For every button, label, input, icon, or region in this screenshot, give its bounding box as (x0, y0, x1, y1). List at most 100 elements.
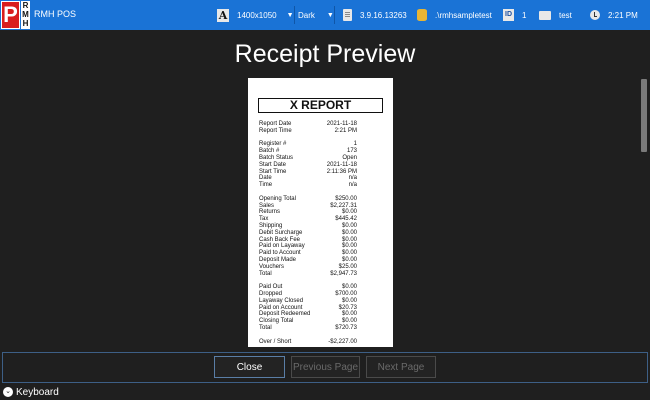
receipt-row: Sales $2,227.31 (259, 203, 357, 210)
receipt-row-label: Paid on Account (259, 304, 303, 311)
receipt-heading: X REPORT (258, 98, 383, 113)
receipt-row-value: $0.00 (341, 236, 357, 243)
receipt-row-label: Debit Surcharge (259, 229, 303, 236)
document-icon (343, 9, 352, 21)
database-value: .\rmhsampletest (435, 10, 492, 20)
register-value: 1 (522, 10, 527, 20)
receipt-row-value: $0.00 (341, 222, 357, 229)
receipt-row-value: $2,227.31 (330, 202, 357, 209)
receipt-row-value: Open (342, 154, 357, 161)
receipt-row: Returns $0.00 (259, 209, 357, 216)
receipt-spacer (259, 332, 357, 339)
receipt-row-label: Batch # (259, 148, 280, 155)
receipt-row: Vouchers $25.00 (259, 264, 357, 271)
receipt-row-label: Paid on Layaway (259, 243, 305, 250)
receipt-row-value: $20.73 (338, 304, 357, 311)
receipt-row-label: Shipping (259, 222, 283, 229)
receipt-row: Report Time 2:21 PM (259, 128, 357, 135)
theme-selector[interactable]: Dark ▼ (298, 0, 334, 30)
receipt-row-value: $0.00 (341, 209, 357, 216)
chevron-down-icon: ▼ (286, 11, 294, 19)
time-value: 2:21 PM (608, 10, 638, 20)
receipt-row-label: Closing Total (259, 318, 294, 325)
top-bar: P RMH RMH POS A 1400x1050 ▼ Dark ▼ 3.9.1… (0, 0, 650, 30)
user-value: test (559, 10, 572, 20)
database-info: .\rmhsampletest (417, 0, 492, 30)
receipt-row-value: $720.73 (335, 324, 357, 331)
separator (334, 6, 335, 24)
receipt-row-label: Time (259, 182, 273, 189)
receipt-row-label: Start Date (259, 161, 287, 168)
receipt-row-value: $2,947.73 (330, 270, 357, 277)
close-button[interactable]: Close (214, 356, 285, 378)
logo-side-text: RMH (21, 1, 30, 29)
receipt-row-value: $445.42 (335, 216, 357, 223)
receipt-row: Deposit Made $0.00 (259, 257, 357, 264)
receipt-row-value: $0.00 (341, 250, 357, 257)
user-icon (539, 10, 551, 20)
receipt-row-label: Report Time (259, 127, 292, 134)
next-page-button[interactable]: Next Page (366, 356, 436, 378)
theme-value: Dark (298, 10, 315, 20)
receipt-row-label: Total (259, 270, 272, 277)
receipt-row: Opening Total $250.00 (259, 196, 357, 203)
receipt-row-value: $25.00 (338, 263, 357, 270)
receipt-row: Batch Status Open (259, 155, 357, 162)
receipt-row-value: $700.00 (335, 290, 357, 297)
receipt-row: Time n/a (259, 182, 357, 189)
rmh-pos-logo: P RMH (1, 1, 30, 29)
receipt-row-label: Opening Total (259, 195, 296, 202)
receipt-row: Register # 1 (259, 141, 357, 148)
receipt-row: Tax $445.42 (259, 216, 357, 223)
resolution-value: 1400x1050 (237, 10, 277, 20)
receipt-row: Layaway Closed $0.00 (259, 298, 357, 305)
receipt-row-label: Returns (259, 209, 281, 216)
receipt-row-value: $0.00 (341, 243, 357, 250)
receipt-row-label: Layaway Closed (259, 297, 304, 304)
keyboard-toggle[interactable]: ⌄ Keyboard (3, 386, 59, 398)
separator (294, 6, 295, 24)
previous-page-button[interactable]: Previous Page (291, 356, 360, 378)
receipt-row: Paid on Account $20.73 (259, 305, 357, 312)
receipt-row-value: 2021-11-18 (326, 161, 357, 168)
receipt-spacer (259, 135, 357, 142)
receipt-row: Deposit Redeemed $0.00 (259, 311, 357, 318)
receipt-row-label: Register # (259, 141, 287, 148)
clock-info: 2:21 PM (590, 0, 638, 30)
receipt-row-label: Deposit Made (259, 256, 297, 263)
scrollbar-thumb[interactable] (641, 79, 647, 152)
logo-letter: P (1, 1, 20, 29)
receipt-row: Batch # 173 (259, 148, 357, 155)
receipt-row: Start Time 2:11:36 PM (259, 169, 357, 176)
chevron-down-icon: ⌄ (3, 387, 13, 397)
receipt-row-value: $0.00 (341, 318, 357, 325)
clock-icon (590, 10, 600, 20)
app-name: RMH POS (34, 9, 77, 19)
receipt-row-value: 2:11:36 PM (326, 168, 357, 175)
receipt-row: Paid to Account $0.00 (259, 250, 357, 257)
receipt-row-value: 2:21 PM (334, 127, 357, 134)
receipt-row: Over / Short -$2,227.00 (259, 339, 357, 346)
receipt-row: Paid on Layaway $0.00 (259, 243, 357, 250)
receipt-row-label: Report Date (259, 121, 292, 127)
receipt-row-value: n/a (348, 182, 357, 189)
receipt-row-value: -$2,227.00 (328, 338, 357, 345)
receipt-row: Date n/a (259, 175, 357, 182)
receipt-row-label: Cash Back Fee (259, 236, 301, 243)
receipt-row-value: n/a (348, 175, 357, 182)
resolution-selector[interactable]: A 1400x1050 ▼ (217, 0, 294, 30)
page-title: Receipt Preview (234, 40, 416, 68)
version-info: 3.9.16.13263 (343, 0, 407, 30)
version-value: 3.9.16.13263 (360, 10, 407, 20)
receipt-row-label: Paid to Account (259, 250, 301, 257)
receipt-row: Paid Out $0.00 (259, 284, 357, 291)
receipt-row-value: $0.00 (341, 311, 357, 318)
receipt-row-label: Over / Short (259, 338, 292, 345)
receipt-row-label: Tax (259, 216, 269, 223)
receipt-row-label: Batch Status (259, 154, 294, 161)
receipt-spacer (259, 277, 357, 284)
font-size-icon: A (217, 8, 229, 22)
receipt-row: Report Date 2021-11-18 (259, 121, 357, 128)
receipt-row-label: Deposit Redeemed (259, 311, 311, 318)
receipt-row-label: Date (259, 175, 272, 182)
